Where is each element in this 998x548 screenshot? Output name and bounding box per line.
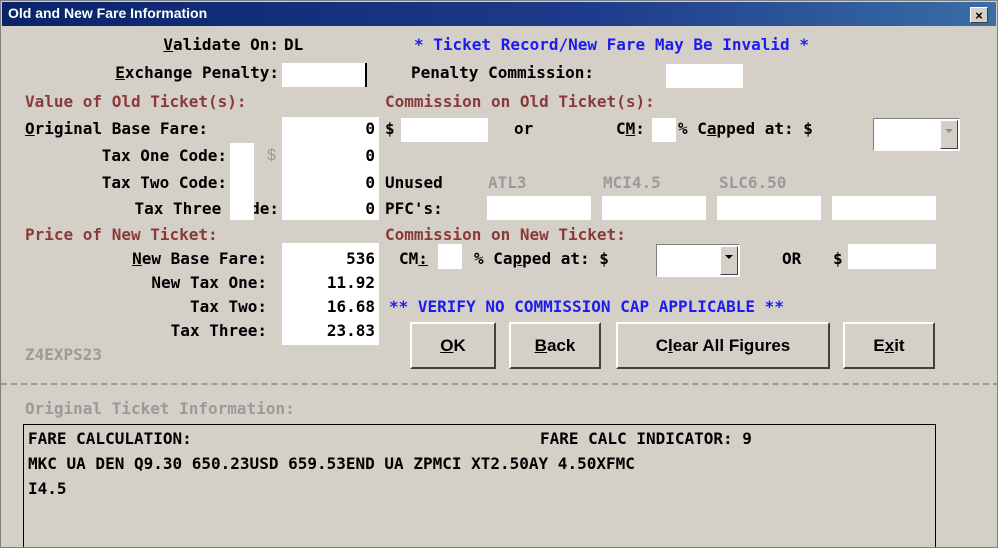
back-button[interactable]: Back (509, 322, 601, 369)
new-commission-amount-field[interactable] (848, 244, 936, 269)
chevron-down-icon[interactable] (940, 120, 958, 149)
fare-info-window: Old and New Fare Information × Validate … (0, 0, 998, 548)
window-title: Old and New Fare Information (8, 5, 208, 21)
original-info-header: Original Ticket Information: (25, 399, 295, 418)
pfc-field-3[interactable] (717, 196, 821, 220)
close-icon: × (975, 8, 983, 23)
new-tax-two-value: 16.68 (326, 297, 375, 316)
commission-cap-notice: ** VERIFY NO COMMISSION CAP APPLICABLE *… (389, 297, 784, 316)
penalty-commission-label: Penalty Commission: (411, 63, 595, 82)
tax-three-code-field[interactable] (230, 196, 254, 220)
pfc-field-4[interactable] (832, 196, 936, 220)
tax-two-value: 0 (365, 173, 375, 192)
new-cm-field[interactable] (438, 244, 462, 269)
fare-calc-line-2: I4.5 (28, 479, 67, 498)
close-button[interactable]: × (970, 7, 988, 23)
new-commission-dollar: $ (833, 249, 843, 268)
new-tax-two-label: Tax Two: (189, 297, 267, 316)
tax-two-code-label: Tax Two Code: (101, 173, 227, 192)
invalid-warning: * Ticket Record/New Fare May Be Invalid … (414, 35, 809, 54)
fare-calc-line-1: MKC UA DEN Q9.30 650.23USD 659.53END UA … (28, 454, 635, 473)
old-commission-amount-field[interactable] (401, 118, 488, 142)
new-tax-one-value: 11.92 (326, 273, 375, 292)
fare-calc-indicator: FARE CALC INDICATOR: 9 (540, 429, 752, 448)
old-ticket-section-label: Value of Old Ticket(s): (25, 92, 247, 111)
exchange-penalty-field[interactable] (282, 63, 367, 87)
screen-id: Z4EXPS23 (25, 345, 103, 364)
tax-three-value: 0 (365, 199, 375, 218)
pfc-field-2[interactable] (602, 196, 706, 220)
new-commission-section-label: Commission on New Ticket: (385, 225, 626, 244)
penalty-commission-field[interactable] (666, 64, 743, 88)
validate-on-value: DL (284, 35, 304, 54)
new-cm-label: CM: (399, 249, 428, 268)
clear-all-figures-button[interactable]: Cl ear All Figures (616, 322, 830, 369)
new-ticket-section-label: Price of New Ticket: (25, 225, 218, 244)
pfcs-label: PFC's: (385, 199, 443, 218)
new-tax-three-label: Tax Three: (170, 321, 267, 340)
old-cm-label: CM: (616, 119, 645, 138)
fare-calc-label: FARE CALCULATION: (28, 429, 192, 448)
chevron-down-icon[interactable] (720, 246, 738, 275)
original-base-fare-label: Original Base Fare: (25, 119, 209, 138)
old-commission-dollar: $ (385, 119, 395, 138)
pfc-field-1[interactable] (487, 196, 591, 220)
original-ticket-info-box: FARE CALCULATION: FARE CALC INDICATOR: 9… (23, 424, 936, 547)
tax-one-code-label: Tax One Code: (101, 146, 227, 165)
old-cm-field[interactable] (652, 118, 676, 142)
new-base-fare-value: 536 (346, 249, 375, 268)
section-divider (1, 383, 997, 385)
new-base-fare-label: New Base Fare: (132, 249, 267, 268)
validate-on-label: Validate On: (163, 35, 279, 54)
old-commission-section-label: Commission on Old Ticket(s): (385, 92, 655, 111)
new-tax-three-value: 23.83 (326, 321, 375, 340)
ok-button[interactable]: OK (410, 322, 496, 369)
old-capped-label: % Capped at: $ (678, 119, 813, 138)
new-capped-label: % Capped at: $ (474, 249, 609, 268)
old-cap-combo[interactable] (873, 118, 960, 151)
tax-one-value: 0 (365, 146, 375, 165)
pfc-code-3: SLC6.50 (719, 173, 787, 192)
old-commission-or: or (514, 119, 534, 138)
pfc-code-2: MCI4.5 (603, 173, 661, 192)
exit-button[interactable]: Ex it (843, 322, 935, 369)
new-cap-combo[interactable] (656, 244, 740, 277)
title-bar: Old and New Fare Information × (2, 2, 996, 26)
new-tax-one-label: New Tax One: (151, 273, 267, 292)
unused-label: Unused (385, 173, 443, 192)
tax-one-dollar-hint: $ (267, 147, 276, 164)
tax-one-code-field[interactable] (230, 143, 254, 196)
original-base-fare-value: 0 (365, 119, 375, 138)
exchange-penalty-label: Exchange Penalty: (115, 63, 279, 82)
new-commission-or: OR (782, 249, 802, 268)
pfc-code-1: ATL3 (488, 173, 527, 192)
